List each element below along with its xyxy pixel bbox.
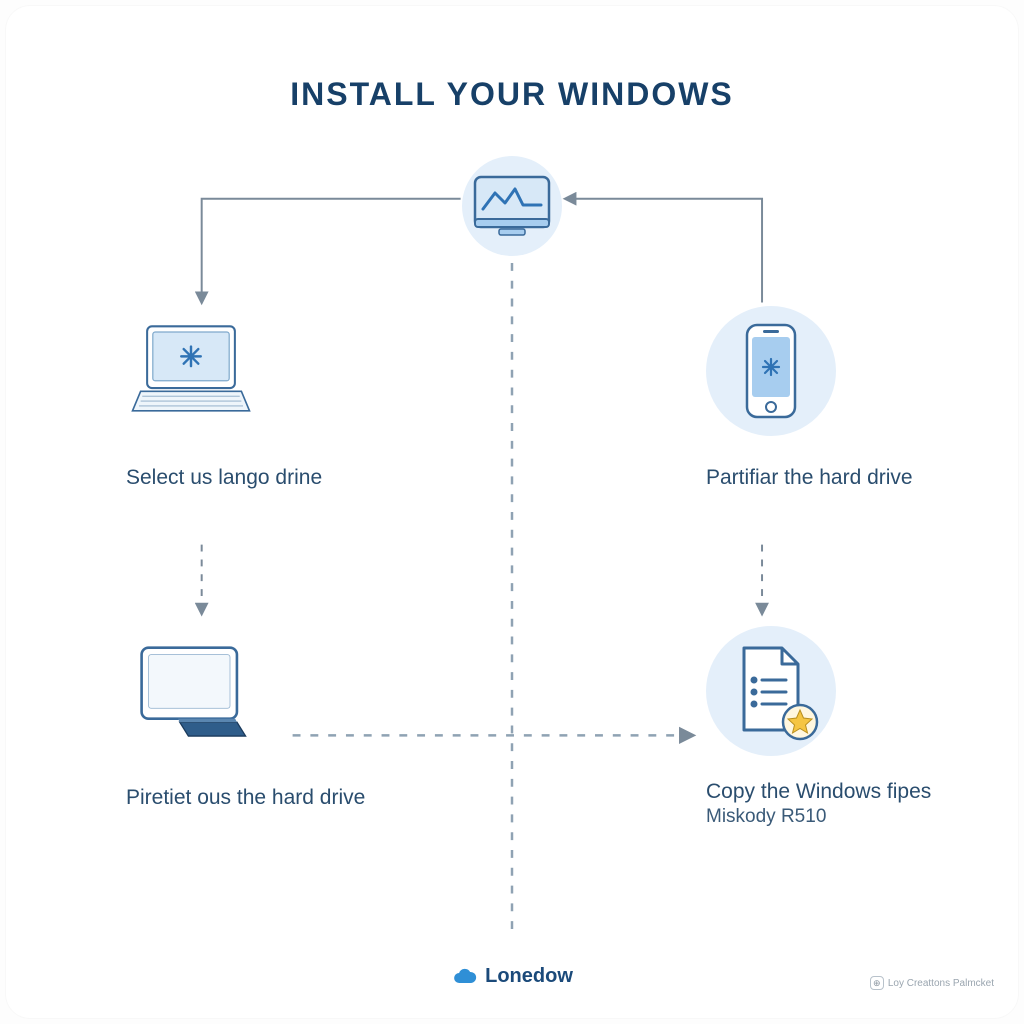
laptop-icon [126, 306, 256, 436]
node-right-circle [706, 306, 836, 436]
file-star-icon [716, 636, 826, 746]
node-top [462, 156, 562, 256]
monitor-graph-icon [471, 173, 553, 239]
node-right: Partifiar the hard drive [706, 306, 913, 492]
diagram-card: INSTALL YOUR WINDOWS [6, 6, 1018, 1018]
node-bottom-right: Copy the Windows fipes Miskody R510 [706, 626, 931, 828]
node-br-caption: Copy the Windows fipes [706, 778, 931, 806]
diagram-title: INSTALL YOUR WINDOWS [6, 76, 1018, 113]
watermark: ⊕ Loy Creattons Palmcket [870, 976, 994, 990]
node-left-caption: Select us lango drine [126, 464, 322, 492]
cloud-icon [451, 967, 477, 987]
tablet-icon [126, 631, 256, 751]
node-right-caption: Partifiar the hard drive [706, 464, 913, 492]
node-br-circle [706, 626, 836, 756]
brand-name: Lonedow [485, 965, 573, 988]
brand-footer: Lonedow [451, 965, 573, 988]
node-bottom-left: Piretiet ous the hard drive [126, 626, 365, 812]
watermark-chip-icon: ⊕ [870, 976, 884, 990]
node-top-circle [462, 156, 562, 256]
node-left: Select us lango drine [126, 306, 322, 492]
watermark-text: Loy Creattons Palmcket [888, 978, 994, 989]
node-br-subcaption: Miskody R510 [706, 806, 826, 828]
node-left-circle [126, 306, 256, 436]
node-bl-circle [126, 626, 256, 756]
node-bl-caption: Piretiet ous the hard drive [126, 784, 365, 812]
phone-icon [741, 321, 801, 421]
